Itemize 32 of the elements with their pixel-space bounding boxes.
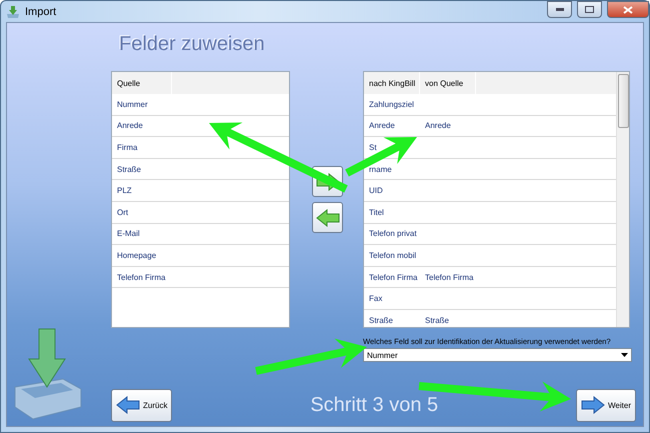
- table-cell-text: Titel: [368, 206, 385, 219]
- table-cell-text: Telefon Firma: [368, 272, 418, 284]
- identification-dropdown[interactable]: Nummer: [363, 348, 632, 362]
- list-item[interactable]: Ort: [112, 202, 282, 223]
- table-cell-text: Anrede: [424, 120, 452, 132]
- table-cell-text: Straße: [368, 314, 394, 327]
- next-button[interactable]: Weiter: [576, 388, 636, 422]
- list-item[interactable]: Nummer: [112, 94, 282, 115]
- table-cell-text: Telefon mobil: [368, 250, 418, 262]
- list-item[interactable]: Anrede: [112, 116, 282, 136]
- window-title: Import: [25, 6, 58, 18]
- table-cell-text: Fax: [368, 293, 384, 306]
- table-cell-text: rname: [368, 164, 393, 176]
- column-header: nach KingBill: [364, 72, 420, 94]
- step-indicator: Schritt 3 von 5: [310, 394, 438, 416]
- table-cell-text: Telefon privat: [368, 228, 418, 240]
- table-cell-text: UID: [368, 185, 384, 198]
- table-cell-text: Telefon Firma: [424, 272, 474, 284]
- list-item[interactable]: Homepage: [112, 245, 282, 266]
- list-item[interactable]: Telefon Firma: [112, 266, 282, 288]
- table-cell-text: Zahlungsziel: [368, 98, 415, 111]
- list-item[interactable]: Firma: [112, 137, 282, 158]
- table-cell-text: Anrede: [368, 120, 396, 132]
- list-item[interactable]: PLZ: [112, 180, 282, 201]
- list-item[interactable]: Straße: [112, 158, 282, 180]
- column-header: Quelle: [112, 72, 172, 94]
- table-cell-text: St: [368, 142, 378, 154]
- column-header: von Quelle: [420, 72, 476, 94]
- back-button[interactable]: Zurück: [111, 388, 172, 422]
- table-cell-text: Straße: [424, 314, 450, 327]
- list-item[interactable]: E-Mail: [112, 224, 282, 244]
- page-heading: Felder zuweisen: [118, 32, 266, 57]
